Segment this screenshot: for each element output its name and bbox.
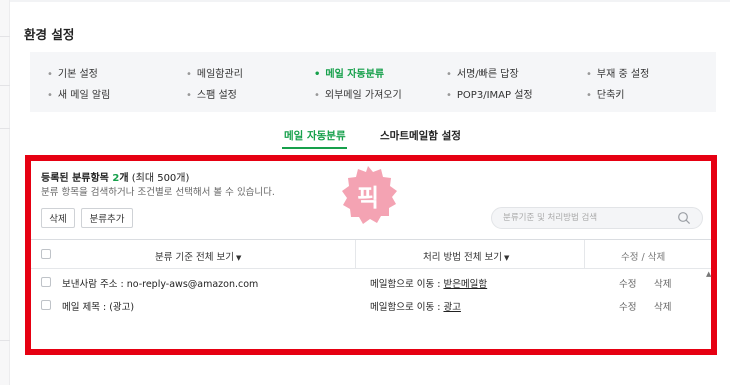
method-header-label: 처리 방법 전체 보기 [423,252,502,263]
rule-count-max: (최대 500개) [128,173,190,184]
menu-item-pop3-imap[interactable]: • POP3/IMAP 설정 [446,86,533,101]
method-filter-dropdown[interactable]: 처리 방법 전체 보기 ▼ [423,249,509,263]
edit-button[interactable]: 수정 [619,276,636,290]
delete-button[interactable]: 삭제 [41,208,75,228]
bullet-icon: • [586,69,592,80]
search-icon[interactable] [677,211,691,225]
tab-auto-sort[interactable]: 메일 자동분류 [284,128,346,143]
mailbox-link[interactable]: 받은메일함 [443,279,487,290]
sidebar-divider [0,340,10,341]
rule-count-prefix: 등록된 분류항목 [41,173,113,184]
sticker-text: 픽 [356,184,380,212]
row-criteria: 메일 제목 : (광고) [62,302,135,313]
bullet-icon: • [446,69,452,80]
criteria-header-label: 분류 기준 전체 보기 [155,252,234,263]
rule-description: 분류 항목을 검색하거나 조건별로 선택해서 볼 수 있습니다. [41,187,275,198]
edit-delete-header: 수정 / 삭제 [621,252,666,263]
menu-item-label: 서명/빠른 답장 [456,69,519,80]
row-method-prefix: 메일함으로 이동 : [370,302,444,313]
menu-item-label: 스팸 설정 [196,90,237,101]
column-divider [584,240,585,268]
sidebar-divider [0,85,10,86]
bullet-icon: • [47,90,53,101]
menu-item-out-of-office[interactable]: • 부재 중 설정 [586,65,649,80]
scroll-up-icon[interactable]: ▲ [706,270,711,278]
row-method: 메일함으로 이동 : 광고 [370,299,461,313]
menu-item-new-mail-alert[interactable]: • 새 메일 알림 [47,86,110,101]
menu-item-label: 부재 중 설정 [596,69,650,80]
menu-item-label: 외부메일 가져오기 [324,90,402,101]
sidebar-divider [0,128,10,129]
row-criteria: 보낸사람 주소 : no-reply-aws@amazon.com [62,279,259,290]
criteria-filter-dropdown[interactable]: 분류 기준 전체 보기 ▼ [155,249,241,263]
menu-item-label: 기본 설정 [57,69,98,80]
left-sidebar-edge [0,0,10,385]
mailbox-link[interactable]: 광고 [443,302,460,313]
bullet-icon: • [314,90,320,101]
menu-item-label: 단축키 [596,90,625,101]
menu-item-shortcuts[interactable]: • 단축키 [586,86,625,101]
bullet-icon: • [47,69,53,80]
row-method: 메일함으로 이동 : 받은메일함 [370,276,487,290]
select-all-checkbox[interactable] [41,249,51,259]
column-divider [355,240,356,268]
rule-count-unit: 개 [119,173,129,184]
menu-item-basic-settings[interactable]: • 기본 설정 [47,65,98,80]
menu-item-label: 새 메일 알림 [57,90,111,101]
row-checkbox[interactable] [41,300,51,310]
rule-count-title: 등록된 분류항목 2개 (최대 500개) [41,169,189,184]
menu-item-signature[interactable]: • 서명/빠른 답장 [446,65,519,80]
page-title: 환경 설정 [24,27,75,42]
menu-item-label: 메일 자동분류 [325,69,385,80]
table-header: 분류 기준 전체 보기 ▼ 처리 방법 전체 보기 ▼ 수정 / 삭제 [31,239,711,269]
menu-item-spam-settings[interactable]: • 스팸 설정 [186,86,237,101]
menu-item-auto-sort[interactable]: • 메일 자동분류 [314,65,384,80]
bullet-icon: • [586,90,592,101]
row-method-prefix: 메일함으로 이동 : [370,279,444,290]
caret-down-icon: ▼ [235,254,242,262]
row-checkbox[interactable] [41,277,51,287]
active-tab-indicator [282,147,347,149]
table-row: 메일 제목 : (광고) 메일함으로 이동 : 광고 수정 삭제 [31,293,711,317]
edit-button[interactable]: 수정 [619,299,636,313]
add-rule-button[interactable]: 분류추가 [81,208,133,228]
menu-item-label: POP3/IMAP 설정 [456,90,533,101]
search-input[interactable] [491,207,703,229]
menu-item-label: 메일함관리 [196,69,243,80]
menu-item-external-mail[interactable]: • 외부메일 가져오기 [314,86,402,101]
bullet-icon: • [446,90,452,101]
tab-smart-mailbox[interactable]: 스마트메일함 설정 [380,128,461,143]
row-delete-button[interactable]: 삭제 [654,299,671,313]
bullet-icon: • [186,69,192,80]
menu-item-mailbox-management[interactable]: • 메일함관리 [186,65,243,80]
sidebar-divider [0,36,10,37]
caret-down-icon: ▼ [503,254,510,262]
settings-menu [30,52,716,112]
table-row: 보낸사람 주소 : no-reply-aws@amazon.com 메일함으로 … [31,270,711,294]
row-delete-button[interactable]: 삭제 [654,276,671,290]
bullet-icon: • [186,90,192,101]
bullet-icon: • [314,69,321,80]
